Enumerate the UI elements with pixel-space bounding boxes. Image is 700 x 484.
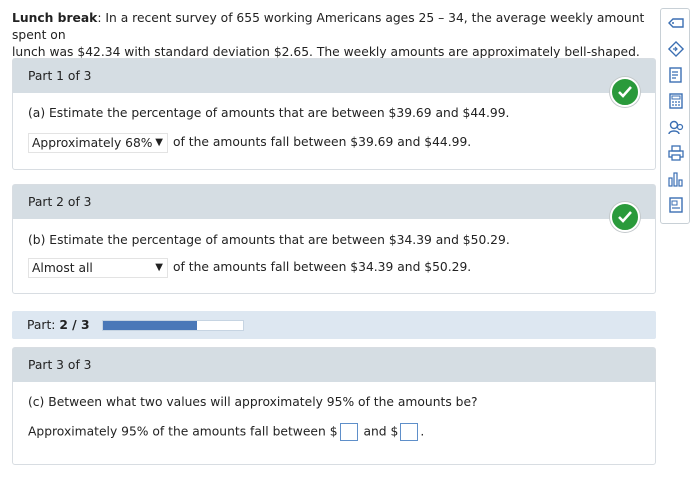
upper-value-input[interactable] (400, 423, 419, 441)
part-1-select-value: Approximately 68% (32, 136, 153, 150)
part-1-panel: Part 1 of 3 (a) Estimate the percentage … (12, 58, 656, 170)
progress-bar (102, 320, 244, 331)
part-1-select[interactable]: Approximately 68% ▼ (28, 133, 168, 153)
part-1-header: Part 1 of 3 (13, 59, 655, 93)
problem-text-1: : In a recent survey of 655 working Amer… (12, 11, 645, 42)
part-3-question: (c) Between what two values will approxi… (28, 395, 478, 409)
tutor-icon[interactable] (667, 118, 685, 136)
calculator-icon[interactable] (667, 92, 685, 110)
dropdown-arrow-icon: ▼ (155, 137, 163, 148)
progress-bar-fill (103, 321, 197, 330)
part-3-panel: Part 3 of 3 (c) Between what two values … (12, 347, 656, 465)
correct-check-icon (610, 202, 640, 232)
progress-label: Part: 2 / 3 (27, 318, 90, 332)
part-1-after-text: of the amounts fall between $39.69 and $… (173, 135, 472, 149)
part-3-header: Part 3 of 3 (13, 348, 655, 382)
part-2-select[interactable]: Almost all ▼ (28, 258, 168, 278)
part-3-answer-row: Approximately 95% of the amounts fall be… (28, 423, 424, 441)
problem-statement: Lunch break: In a recent survey of 655 w… (12, 10, 652, 61)
notebook-icon[interactable] (667, 66, 685, 84)
dropdown-arrow-icon: ▼ (155, 262, 163, 273)
lower-value-input[interactable] (339, 423, 358, 441)
part-2-select-value: Almost all (32, 261, 93, 275)
part-2-question: (b) Estimate the percentage of amounts t… (28, 233, 510, 247)
part-2-after-text: of the amounts fall between $34.39 and $… (173, 260, 472, 274)
chart-icon[interactable] (667, 170, 685, 188)
part-progress: Part: 2 / 3 (12, 311, 656, 339)
problem-title: Lunch break (12, 11, 98, 25)
correct-check-icon (610, 77, 640, 107)
tools-toolbar (660, 8, 690, 224)
tag-icon[interactable] (667, 40, 685, 58)
part-3-answer-prefix: Approximately 95% of the amounts fall be… (28, 424, 326, 439)
eraser-icon[interactable] (667, 14, 685, 32)
part-2-header: Part 2 of 3 (13, 185, 655, 219)
part-2-panel: Part 2 of 3 (b) Estimate the percentage … (12, 184, 656, 294)
part-1-question: (a) Estimate the percentage of amounts t… (28, 106, 510, 120)
document-icon[interactable] (667, 196, 685, 214)
print-icon[interactable] (667, 144, 685, 162)
